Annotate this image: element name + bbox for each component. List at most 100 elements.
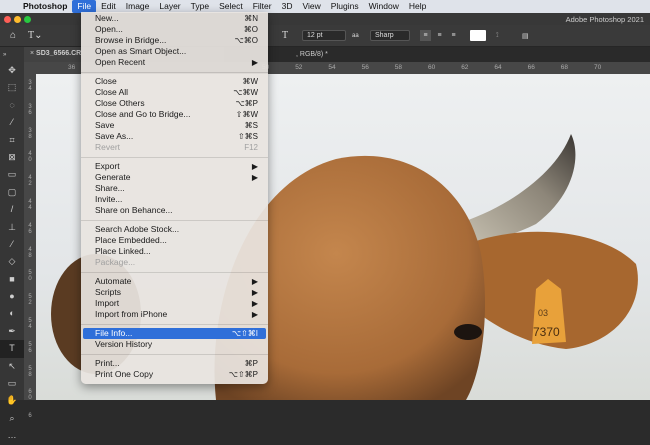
ear-tag-top: 03 [538,308,548,318]
stamp-tool-icon[interactable]: ⊥ [0,219,24,236]
menu-item-label: Share on Behance... [95,205,173,215]
menu-item-invite[interactable]: Invite... [83,194,266,205]
menu-item-scripts[interactable]: Scripts ▶ [83,287,266,298]
menu-item-close-all[interactable]: Close All ⌥⌘W [83,87,266,98]
ruler-tick-label: 62 [461,64,469,71]
menu-item-print[interactable]: Print... ⌘P [83,358,266,369]
menu-item-label: Share... [95,183,125,193]
menu-item-generate[interactable]: Generate ▶ [83,172,266,183]
hand-tool-icon[interactable]: ✋ [0,392,24,409]
menu-item-new[interactable]: New... ⌘N [83,13,266,24]
character-panel-icon[interactable]: ▤ [522,30,529,41]
menu-item-shortcut: ⌥⌘P [235,99,258,108]
text-color-swatch[interactable] [470,30,486,41]
menu-item-open-recent[interactable]: Open Recent ▶ [83,57,266,68]
menu-item-version-history[interactable]: Version History [83,339,266,350]
close-window-button[interactable] [4,16,11,23]
magic-wand-tool-icon[interactable]: ⁄ [0,114,24,131]
menu-item-export[interactable]: Export ▶ [83,161,266,172]
menu-separator [81,68,268,76]
ruler-tick-label: 6 [28,413,32,420]
align-left-icon[interactable]: ≡ [420,30,431,41]
rectangle-tool-icon[interactable]: ▭ [0,375,24,392]
warp-text-icon[interactable]: ⟟ [496,30,499,41]
ruler-tick-label: 36 [68,64,76,71]
menu-separator [81,216,268,224]
menu-item-package: Package... [83,257,266,268]
menu-item-label: Scripts [95,287,121,297]
frame-tool-icon[interactable]: ⊠ [0,149,24,166]
zoom-tool-icon[interactable]: ⌕ [0,410,24,427]
menu-plugins[interactable]: Plugins [326,0,364,13]
menu-item-search-adobe-stock[interactable]: Search Adobe Stock... [83,224,266,235]
menu-photoshop[interactable]: Photoshop [18,0,72,13]
submenu-arrow-icon: ▶ [251,173,258,182]
menu-item-label: Search Adobe Stock... [95,224,180,234]
home-icon[interactable]: ⌂ [10,30,16,41]
history-brush-tool-icon[interactable]: ⁄ [0,236,24,253]
menu-item-shortcut: ⌘O [243,25,258,34]
align-right-icon[interactable]: ≡ [448,30,459,41]
menu-item-browse-in-bridge[interactable]: Browse in Bridge... ⌥⌘O [83,35,266,46]
menu-item-close[interactable]: Close ⌘W [83,76,266,87]
zoom-window-button[interactable] [24,16,31,23]
submenu-arrow-icon: ▶ [251,162,258,171]
lasso-tool-icon[interactable]: ◌ [0,97,24,114]
menu-item-shortcut: ⇧⌘W [235,110,258,119]
align-center-icon[interactable]: ≡ [434,30,445,41]
menu-item-place-embedded[interactable]: Place Embedded... [83,235,266,246]
menu-separator [81,268,268,276]
dodge-tool-icon[interactable]: ◐ [0,305,24,322]
menu-item-print-one-copy[interactable]: Print One Copy ⌥⇧⌘P [83,369,266,380]
menu-item-label: Open Recent [95,57,146,67]
menu-item-close-others[interactable]: Close Others ⌥⌘P [83,98,266,109]
blur-tool-icon[interactable]: ● [0,288,24,305]
marquee-tool-icon[interactable]: ⬚ [0,79,24,96]
submenu-arrow-icon: ▶ [251,58,258,67]
path-select-tool-icon[interactable]: ↖ [0,358,24,375]
menu-item-label: Place Linked... [95,246,151,256]
menu-item-share[interactable]: Share... [83,183,266,194]
menu-item-label: Print... [95,358,120,368]
menu-item-label: Browse in Bridge... [95,35,167,45]
menu-view[interactable]: View [297,0,325,13]
eraser-tool-icon[interactable]: ◇ [0,253,24,270]
type-tool-preset-icon[interactable]: T⌄ [28,30,43,41]
pen-tool-icon[interactable]: ✒ [0,323,24,340]
menu-item-save[interactable]: Save ⌘S [83,120,266,131]
gradient-tool-icon[interactable]: ■ [0,271,24,288]
menu-item-open[interactable]: Open... ⌘O [83,24,266,35]
menu-help[interactable]: Help [404,0,431,13]
menu-item-open-as-smart-object[interactable]: Open as Smart Object... [83,46,266,57]
more-tool-icon[interactable]: … [0,427,24,444]
minimize-window-button[interactable] [14,16,21,23]
menu-item-shortcut: ⇧⌘S [237,132,258,141]
ruler-tick-label: 5 8 [28,365,32,378]
patch-tool-icon[interactable]: ▢ [0,184,24,201]
menu-3d[interactable]: 3D [277,0,298,13]
menu-item-file-info[interactable]: File Info... ⌥⇧⌘I [83,328,266,339]
panel-collapse-icon[interactable]: » [0,47,24,62]
anti-alias-select[interactable]: Sharp [370,30,410,41]
menu-item-close-and-go-to-bridge[interactable]: Close and Go to Bridge... ⇧⌘W [83,109,266,120]
menu-item-shortcut: ⌘P [244,359,258,368]
menu-separator [81,320,268,328]
crop-tool-icon[interactable]: ⌗ [0,132,24,149]
ruler-tool-icon[interactable]: ▭ [0,166,24,183]
type-tool-icon[interactable]: T [0,340,24,358]
move-tool-icon[interactable]: ✥ [0,62,24,79]
menu-item-automate[interactable]: Automate ▶ [83,276,266,287]
menu-item-shortcut: ⌘S [244,121,258,130]
anti-alias-icon: aa [352,32,359,39]
brush-tool-icon[interactable]: / [0,201,24,218]
menu-item-import[interactable]: Import ▶ [83,298,266,309]
ruler-tick-label: 4 0 [28,151,32,164]
menu-item-save-as[interactable]: Save As... ⇧⌘S [83,131,266,142]
menu-item-share-on-behance[interactable]: Share on Behance... [83,205,266,216]
menu-item-place-linked[interactable]: Place Linked... [83,246,266,257]
menu-window[interactable]: Window [364,0,404,13]
menu-item-import-from-iphone[interactable]: Import from iPhone ▶ [83,309,266,320]
ruler-tick-label: 54 [328,64,336,71]
font-size-field[interactable]: 12 pt [302,30,346,41]
ruler-tick-label: 3 4 [28,80,32,92]
